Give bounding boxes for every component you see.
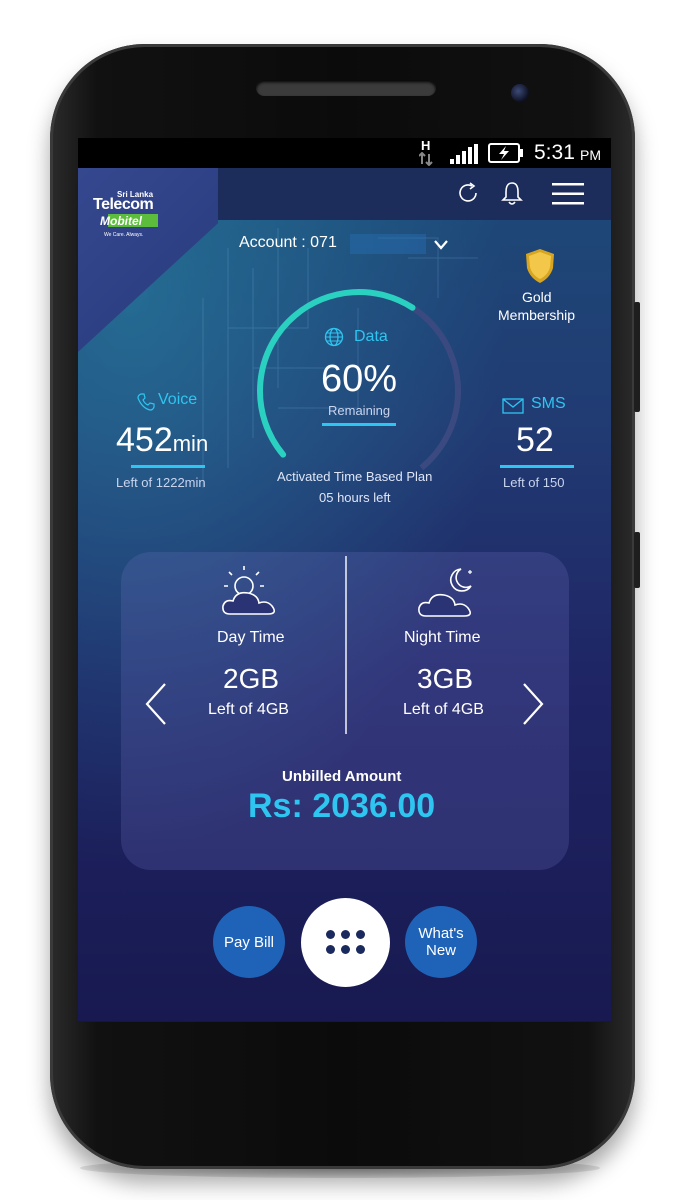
sms-sub: Left of 150 [503,475,565,490]
whats-new-line2: New [425,942,456,959]
unbilled-label: Unbilled Amount [282,768,402,785]
bell-icon[interactable] [501,180,523,206]
hamburger-icon[interactable] [552,183,584,205]
chevron-right-icon[interactable] [521,682,545,726]
network-type: H [421,138,431,153]
membership-line2: Membership [498,307,576,323]
voice-value: 452 [116,421,173,459]
sun-cloud-icon [222,566,276,615]
menu-dot [341,945,350,954]
menu-dot [341,930,350,939]
card-divider [345,556,347,734]
refresh-icon[interactable] [456,181,480,205]
envelope-icon [502,398,524,414]
voice-sub: Left of 1222min [116,475,206,490]
daytime-sub: Left of 4GB [208,701,289,718]
data-underline [322,423,396,426]
membership-line1: Gold [522,289,552,305]
voice-unit: min [172,431,209,456]
status-bar: H 5:31 PM [78,138,611,168]
clock-time: 5:31 [534,141,575,164]
screen-bottom-edge [78,1021,611,1022]
moon-cloud-icon [418,568,472,617]
unbilled-amount: Rs: 2036.00 [248,787,436,825]
menu-dot [326,930,335,939]
whats-new-button[interactable]: What's New [405,906,477,978]
gold-badge-icon [526,249,554,283]
data-percent: 60% [321,358,398,400]
brand-logo: Sri Lanka Telecom Mobitel We Care. Alway… [90,190,162,250]
globe-icon [324,327,344,347]
nighttime-sub: Left of 4GB [403,701,484,718]
apps-menu-button[interactable] [301,898,390,987]
plan-line1: Activated Time Based Plan [277,469,433,484]
logo-tagline: We Care. Always. [104,232,144,238]
sms-label: SMS [531,395,566,412]
daytime-value: 2GB [223,663,280,694]
phone-icon [137,393,155,411]
menu-dot [356,930,365,939]
side-button-upper [634,302,640,412]
data-remaining-label: Remaining [328,403,391,418]
nighttime-value: 3GB [417,663,474,694]
earpiece-speaker [256,80,436,96]
account-number-field[interactable] [350,234,426,254]
data-arrows-icon [419,152,433,166]
account-label[interactable]: Account : 071 [239,234,337,252]
signal-icon [450,144,478,164]
side-button-lower [634,532,640,588]
logo-line3: Mobitel [100,214,142,228]
clock-ampm: PM [580,147,601,163]
menu-dot [356,945,365,954]
voice-label: Voice [158,391,198,408]
app-dashboard: Sri Lanka Telecom Mobitel We Care. Alway… [78,168,611,1021]
chevron-left-icon[interactable] [144,682,168,726]
menu-dot [326,945,335,954]
sms-underline [500,465,574,468]
data-label: Data [354,328,388,345]
phone-screen: H 5:31 PM Sri Lanka Telecom Mobitel We C… [78,138,611,1021]
nighttime-label: Night Time [404,629,481,646]
logo-line2: Telecom [93,196,154,213]
pay-bill-button[interactable]: Pay Bill [213,906,285,978]
pay-bill-label: Pay Bill [223,933,275,951]
front-camera [511,84,529,102]
battery-charging-icon [488,143,523,163]
sms-value: 52 [516,421,554,459]
chevron-down-icon[interactable] [433,239,449,251]
daytime-label: Day Time [217,629,285,646]
whats-new-line1: What's [418,925,464,942]
plan-line2: 05 hours left [319,490,391,505]
voice-underline [131,465,205,468]
voice-value-row: 452min [116,421,208,460]
